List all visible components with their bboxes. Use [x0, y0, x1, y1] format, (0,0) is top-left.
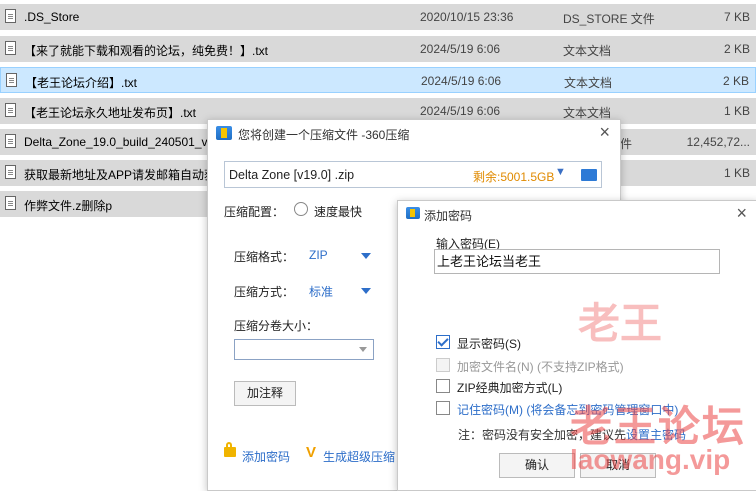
file-name: 作弊文件.z删除p — [24, 199, 113, 213]
show-password-label: 显示密码(S) — [457, 337, 521, 351]
file-icon — [5, 165, 16, 179]
file-size: 7 KB — [723, 10, 750, 24]
encrypt-names-label: 加密文件名(N) (不支持ZIP格式) — [457, 360, 624, 374]
archive-icon — [216, 126, 232, 140]
close-icon[interactable]: × — [599, 122, 610, 143]
file-size: 2 KB — [722, 74, 749, 88]
file-type: 件 — [620, 137, 633, 151]
file-icon — [5, 196, 16, 210]
free-space: 剩余:5001.5GB — [473, 170, 555, 184]
file-size: 2 KB — [723, 42, 750, 56]
speed-radio[interactable] — [294, 202, 308, 216]
file-name: 【老王论坛介绍】.txt — [25, 76, 138, 90]
file-icon — [6, 73, 17, 87]
file-icon — [5, 41, 16, 55]
volume-size-select[interactable] — [234, 339, 374, 360]
watermark-faint: 老王 — [578, 299, 663, 348]
format-select[interactable]: ZIP — [309, 248, 328, 262]
super-compress-link[interactable]: 生成超级压缩 — [323, 448, 395, 465]
ok-button[interactable]: 确认 — [499, 453, 575, 478]
file-row[interactable]: 【来了就能下载和观看的论坛，纯免费！】.txt 2024/5/19 6:06 文… — [0, 36, 756, 63]
file-row[interactable]: .DS_Store 2020/10/15 23:36 DS_STORE 文件 7… — [0, 4, 756, 31]
file-date: 2024/5/19 6:06 — [420, 42, 501, 56]
add-comment-button[interactable]: 加注释 — [234, 381, 296, 406]
file-size: 1 KB — [723, 104, 750, 118]
file-icon — [5, 134, 16, 148]
remember-password-checkbox[interactable] — [436, 401, 450, 415]
close-icon[interactable]: × — [736, 203, 747, 224]
file-size: 1 KB — [723, 166, 750, 180]
method-label: 压缩方式： — [234, 285, 295, 299]
chevron-down-icon — [359, 347, 367, 352]
file-size: 12,452,72... — [686, 135, 750, 149]
dialog-title: 添加密码 — [424, 209, 473, 223]
file-name: 【老王论坛永久地址发布页】.txt — [24, 106, 197, 120]
output-path-field[interactable]: Delta Zone [v19.0] .zip 剩余:5001.5GB ▼ — [224, 161, 602, 188]
zip-classic-label: ZIP经典加密方式(L) — [457, 381, 563, 395]
file-type: DS_STORE 文件 — [563, 12, 655, 26]
chevron-down-icon[interactable] — [361, 288, 371, 294]
file-row[interactable]: 作弊文件.z删除p — [0, 191, 210, 218]
file-row-selected[interactable]: 【老王论坛介绍】.txt 2024/5/19 6:06 文本文档 2 KB — [0, 67, 756, 93]
watermark-url: laowang.vip — [570, 444, 731, 475]
password-input[interactable]: 上老王论坛当老王 — [434, 249, 720, 274]
encrypt-names-checkbox — [436, 358, 450, 372]
speed-option-label: 速度最快 — [314, 205, 363, 219]
archive-icon — [406, 207, 420, 219]
config-label: 压缩配置： — [224, 205, 285, 219]
folder-icon[interactable] — [581, 169, 597, 181]
chevron-down-icon[interactable] — [361, 253, 371, 259]
file-icon — [5, 103, 16, 117]
file-name: Delta_Zone_19.0_build_240501_v — [24, 135, 208, 149]
file-name: 【来了就能下载和观看的论坛，纯免费！】.txt — [24, 44, 269, 58]
v-icon: V — [306, 444, 317, 461]
file-type: 文本文档 — [564, 76, 613, 90]
show-password-checkbox[interactable] — [436, 335, 450, 349]
add-password-link[interactable]: 添加密码 — [242, 448, 290, 465]
output-path: Delta Zone [v19.0] .zip — [229, 168, 355, 182]
zip-classic-checkbox[interactable] — [436, 379, 450, 393]
volume-label: 压缩分卷大小： — [234, 319, 319, 333]
file-date: 2024/5/19 6:06 — [420, 104, 501, 118]
file-name: 获取最新地址及APP请发邮箱自动获 — [24, 168, 217, 182]
file-type: 文本文档 — [563, 44, 612, 58]
file-date: 2024/5/19 6:06 — [421, 74, 502, 88]
chevron-down-icon[interactable]: ▼ — [555, 166, 566, 178]
file-date: 2020/10/15 23:36 — [420, 10, 514, 24]
file-name: .DS_Store — [24, 10, 80, 24]
format-label: 压缩格式： — [234, 250, 295, 264]
method-select[interactable]: 标准 — [309, 283, 333, 300]
dialog-title: 您将创建一个压缩文件 -360压缩 — [238, 128, 410, 142]
file-icon — [5, 9, 16, 23]
lock-icon — [224, 442, 236, 457]
